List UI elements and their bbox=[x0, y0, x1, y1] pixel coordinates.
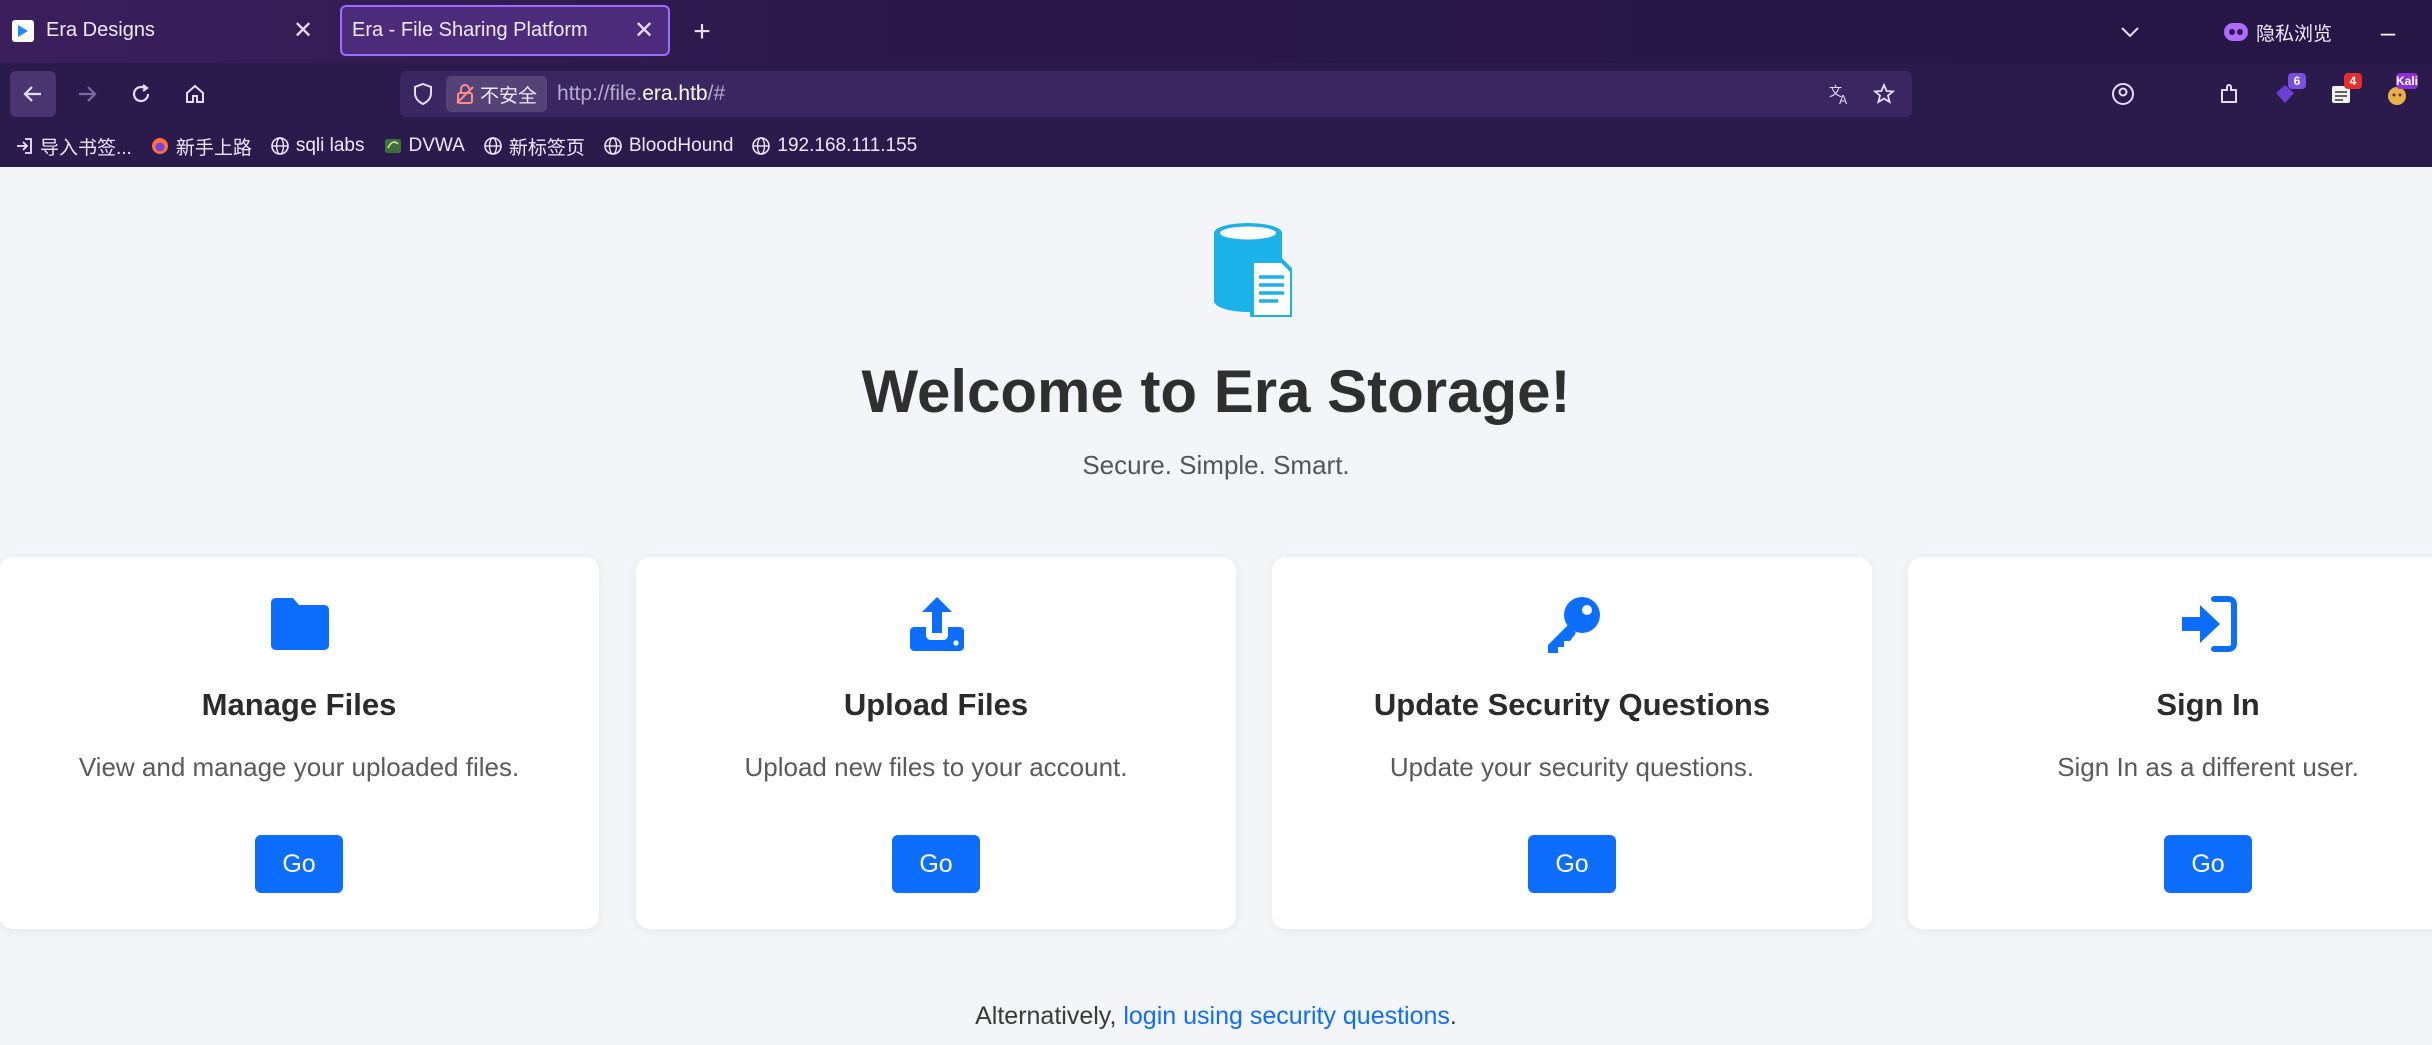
sign-in-icon bbox=[2182, 596, 2237, 652]
card-description: View and manage your uploaded files. bbox=[78, 752, 520, 782]
url-domain: era.htb bbox=[642, 82, 708, 105]
card-title: Update Security Questions bbox=[1373, 687, 1771, 722]
bookmark-label: DVWA bbox=[408, 135, 465, 156]
bookmarks-bar: 导入书签... 新手上路 sqli labs DVWA 新标签页 BloodHo… bbox=[0, 125, 2432, 167]
new-tab-plus-icon[interactable]: + bbox=[684, 14, 720, 50]
home-icon bbox=[186, 84, 204, 103]
alternative-login-line: Alternatively, login using security ques… bbox=[0, 1002, 2432, 1031]
extensions-icon[interactable] bbox=[2206, 71, 2252, 117]
card-manage-files: Manage Files View and manage your upload… bbox=[0, 557, 599, 929]
page-title: Welcome to Era Storage! bbox=[861, 358, 1571, 425]
bookmark-getting-started[interactable]: 新手上路 bbox=[150, 133, 252, 160]
card-description: Update your security questions. bbox=[1389, 752, 1755, 782]
account-icon[interactable] bbox=[2100, 71, 2146, 117]
sign-in-go-button[interactable]: Go bbox=[2164, 835, 2252, 893]
era-designs-favicon-icon bbox=[12, 19, 34, 42]
private-mask-icon bbox=[2224, 23, 2248, 41]
arrow-left-icon bbox=[23, 86, 41, 102]
card-update-security-questions: Update Security Questions Update your se… bbox=[1272, 557, 1872, 929]
card-sign-in: Sign In Sign In as a different user. Go bbox=[1908, 557, 2432, 929]
back-button[interactable] bbox=[10, 71, 56, 117]
url-text[interactable]: http://file.era.htb/# bbox=[557, 82, 725, 106]
mail-badge-button[interactable]: 4 bbox=[2318, 71, 2364, 117]
import-icon bbox=[17, 138, 32, 154]
profile-label-badge: Kali bbox=[2395, 73, 2418, 89]
mail-count-badge: 4 bbox=[2344, 73, 2362, 89]
translate-icon[interactable]: 文A bbox=[1822, 76, 1858, 112]
shield-icon[interactable] bbox=[400, 71, 446, 117]
svg-text:A: A bbox=[1839, 93, 1848, 106]
firefox-icon bbox=[151, 138, 168, 154]
minimize-window-button[interactable]: – bbox=[2370, 14, 2406, 50]
bookmark-star-icon[interactable] bbox=[1866, 76, 1902, 112]
chevron-down-icon[interactable] bbox=[2112, 14, 2148, 50]
private-browsing-indicator: 隐私浏览 bbox=[2224, 14, 2332, 50]
url-suffix: /# bbox=[707, 82, 726, 105]
tab-era-designs[interactable]: Era Designs ✕ bbox=[0, 5, 327, 56]
globe-icon bbox=[604, 137, 622, 155]
private-label: 隐私浏览 bbox=[2256, 23, 2333, 45]
security-questions-login-link[interactable]: login using security questions bbox=[1123, 1002, 1450, 1030]
globe-icon bbox=[271, 137, 289, 155]
card-title: Manage Files bbox=[201, 687, 397, 722]
bookmark-label: 新标签页 bbox=[508, 137, 585, 159]
tab-era-file-sharing[interactable]: Era - File Sharing Platform ✕ bbox=[340, 5, 670, 56]
folder-icon bbox=[271, 598, 329, 650]
manage-files-go-button[interactable]: Go bbox=[255, 835, 343, 893]
alt-suffix: . bbox=[1449, 1002, 1457, 1030]
update-security-go-button[interactable]: Go bbox=[1528, 835, 1616, 893]
reload-button[interactable] bbox=[118, 71, 164, 117]
globe-icon bbox=[484, 137, 502, 155]
toolbar-icons: 6 4 Kali bbox=[2090, 71, 2420, 117]
insecure-connection-badge[interactable]: 不安全 bbox=[446, 76, 548, 112]
bookmark-label: sqli labs bbox=[295, 135, 365, 156]
globe-icon bbox=[752, 137, 771, 155]
close-icon[interactable]: ✕ bbox=[285, 13, 321, 49]
alt-prefix: Alternatively, bbox=[975, 1002, 1124, 1030]
bookmark-bloodhound[interactable]: BloodHound bbox=[603, 135, 734, 157]
bookmark-label: 新手上路 bbox=[175, 137, 252, 159]
tab-bar: Era Designs ✕ Era - File Sharing Platfor… bbox=[0, 0, 2432, 63]
storage-document-icon bbox=[1214, 223, 1292, 317]
page-subtitle: Secure. Simple. Smart. bbox=[1082, 450, 1350, 480]
tab-title: Era Designs bbox=[46, 19, 155, 41]
card-description: Upload new files to your account. bbox=[744, 752, 1128, 782]
arrow-right-icon bbox=[79, 86, 97, 102]
bookmark-label: 导入书签... bbox=[40, 137, 132, 159]
dvwa-icon bbox=[384, 139, 401, 153]
bookmark-label: 192.168.111.155 bbox=[777, 135, 918, 156]
key-icon bbox=[1548, 597, 1600, 653]
card-description: Sign In as a different user. bbox=[2057, 752, 2359, 782]
navigation-toolbar: 不安全 http://file.era.htb/# 文A 6 4 Kali bbox=[0, 63, 2432, 125]
tab-title: Era - File Sharing Platform bbox=[352, 19, 588, 41]
upload-files-go-button[interactable]: Go bbox=[892, 835, 980, 893]
bookmark-new-tab[interactable]: 新标签页 bbox=[483, 133, 585, 160]
browser-chrome: Era Designs ✕ Era - File Sharing Platfor… bbox=[0, 0, 2432, 167]
bookmark-import[interactable]: 导入书签... bbox=[14, 133, 132, 160]
address-bar[interactable]: 不安全 http://file.era.htb/# 文A bbox=[400, 71, 1912, 117]
page-content: Welcome to Era Storage! Secure. Simple. … bbox=[0, 167, 2432, 1045]
insecure-label: 不安全 bbox=[480, 85, 538, 107]
home-button[interactable] bbox=[172, 71, 218, 117]
reload-icon bbox=[132, 84, 150, 103]
bookmark-label: BloodHound bbox=[628, 135, 734, 156]
card-title: Upload Files bbox=[843, 687, 1029, 722]
card-upload-files: Upload Files Upload new files to your ac… bbox=[636, 557, 1236, 929]
extension-badge-button[interactable]: 6 bbox=[2262, 71, 2308, 117]
upload-icon bbox=[910, 597, 964, 651]
extension-count-badge: 6 bbox=[2288, 73, 2306, 89]
card-title: Sign In bbox=[2156, 687, 2260, 722]
bookmark-sqli-labs[interactable]: sqli labs bbox=[270, 135, 365, 157]
bookmark-ip[interactable]: 192.168.111.155 bbox=[751, 135, 917, 157]
close-icon[interactable]: ✕ bbox=[626, 13, 662, 49]
profile-avatar[interactable]: Kali bbox=[2374, 71, 2420, 117]
broken-lock-icon bbox=[456, 84, 474, 104]
forward-button[interactable] bbox=[64, 71, 110, 117]
url-prefix: http://file. bbox=[557, 82, 643, 105]
bookmark-dvwa[interactable]: DVWA bbox=[383, 135, 465, 157]
